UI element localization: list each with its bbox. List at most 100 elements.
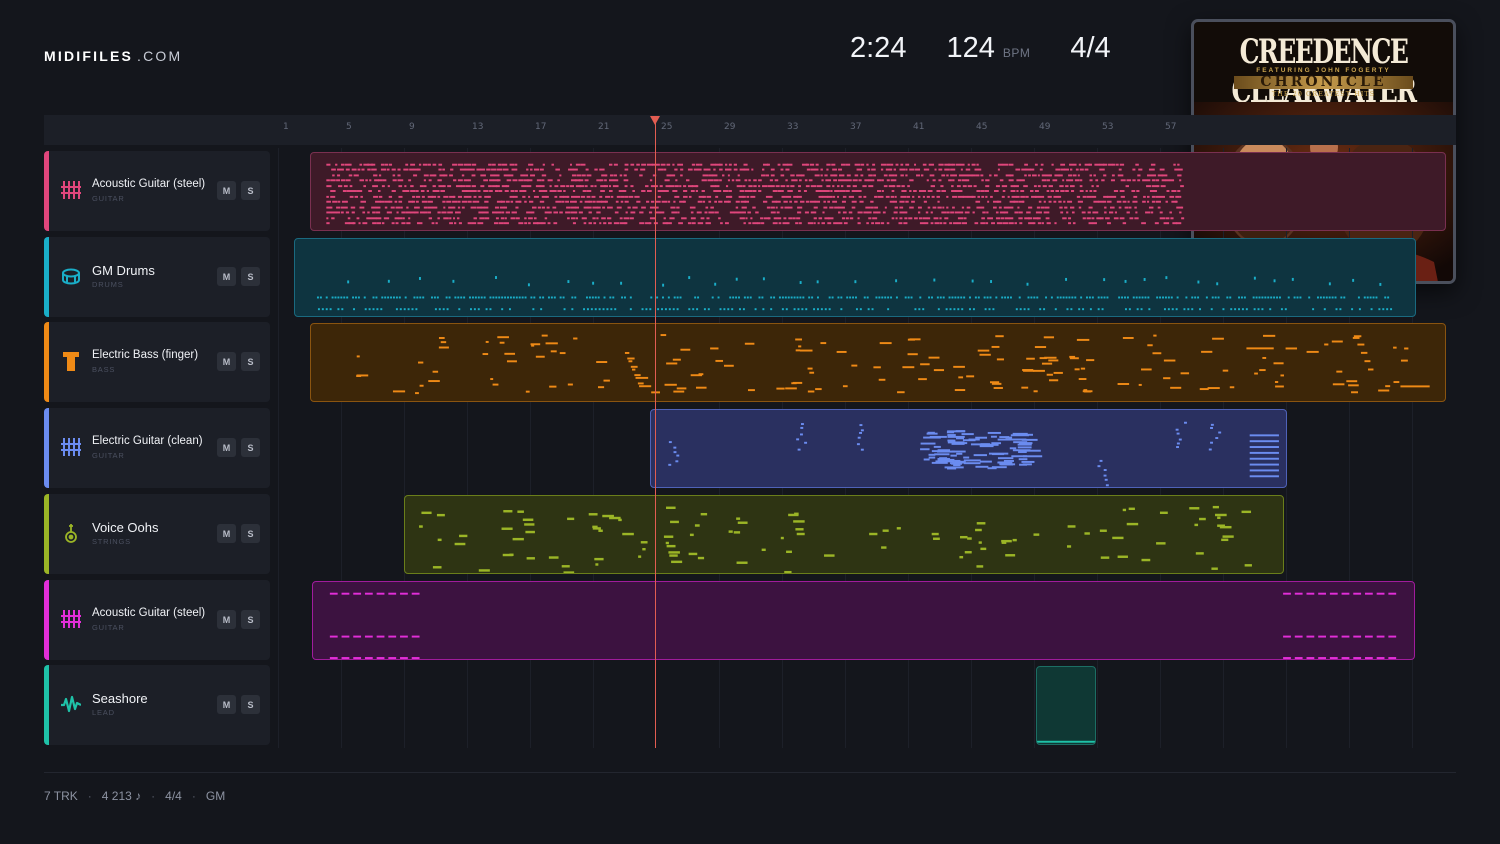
solo-button[interactable]: S [241,438,260,457]
midi-note [590,185,594,188]
midi-note [784,296,787,299]
midi-note [594,557,604,561]
midi-note [729,296,732,299]
midi-note [1075,168,1079,171]
mute-button[interactable]: M [217,181,236,200]
midi-note [400,206,403,209]
midi-note [376,635,385,638]
solo-button[interactable]: S [241,610,260,629]
mute-button[interactable]: M [217,695,236,714]
midi-note [904,296,907,299]
midi-note [349,185,353,188]
midi-note [610,195,614,198]
midi-note [1329,635,1338,638]
playhead[interactable] [655,118,656,748]
midi-note [488,185,492,188]
midi-note [781,190,784,192]
midi-note [710,163,716,166]
midi-note [504,217,507,220]
midi-note [588,296,591,299]
timeline-ruler[interactable] [44,115,1456,145]
midi-note [685,179,690,182]
midi-note [837,195,840,198]
solo-button[interactable]: S [241,267,260,286]
track-name: Voice Oohs [92,520,159,535]
midi-note [336,179,341,182]
midi-clip-acoustic-guitar[interactable] [310,152,1446,231]
midi-note [1066,179,1071,182]
midi-note [1195,552,1204,555]
midi-note [1283,657,1291,659]
midi-note [1296,296,1299,299]
midi-note [1032,222,1036,225]
track-header-voice-oohs[interactable]: Voice Oohs STRINGS M S [44,494,270,574]
mute-button[interactable]: M [217,267,236,286]
midi-note [747,211,751,214]
midi-note [1124,296,1126,299]
midi-note [479,217,485,220]
midi-note [1176,432,1180,435]
midi-note [655,206,659,209]
midi-note [480,296,483,299]
midi-note [689,533,694,537]
midi-note [586,174,592,177]
midi-note [329,635,338,638]
midi-note [330,195,336,198]
midi-note [1329,657,1338,659]
midi-note [1129,217,1134,220]
midi-clip-electric-bass[interactable] [310,323,1446,402]
midi-note [1151,200,1156,203]
midi-note [537,206,541,209]
mute-button[interactable]: M [217,524,236,543]
midi-clip-acoustic-guitar-2[interactable] [312,581,1415,660]
midi-note [331,168,336,171]
midi-note [1081,211,1086,214]
solo-button[interactable]: S [241,695,260,714]
midi-note [959,211,964,214]
midi-note [457,296,460,299]
mute-button[interactable]: M [217,610,236,629]
midi-note [566,206,571,209]
midi-note [871,168,876,171]
note-count: 4 213 ♪ [101,789,142,803]
solo-button[interactable]: S [241,524,260,543]
midi-note [938,168,943,171]
midi-note [1185,296,1188,299]
midi-note [567,383,573,386]
midi-note [855,296,857,299]
solo-button[interactable]: S [241,181,260,200]
midi-note [547,222,551,225]
track-header-acoustic-guitar-2[interactable]: Acoustic Guitar (steel) GUITAR M S [44,580,270,660]
midi-clip-seashore[interactable] [1036,666,1096,745]
midi-note [356,217,360,220]
midi-note [985,222,989,225]
mute-button[interactable]: M [217,438,236,457]
midi-note [1113,217,1119,220]
midi-note [581,174,586,177]
midi-note [803,190,807,192]
playhead-marker-icon[interactable] [650,116,660,125]
track-header-electric-bass[interactable]: Electric Bass (finger) BASS M S [44,322,270,402]
midi-note [769,195,773,198]
midi-note [1393,381,1400,384]
midi-note [1151,195,1156,198]
midi-note [416,222,423,225]
midi-note [785,387,797,390]
track-header-seashore[interactable]: Seashore LEAD M S [44,665,270,745]
midi-clip-gm-drums[interactable] [294,238,1416,317]
track-header-electric-guitar[interactable]: Electric Guitar (clean) GUITAR M S [44,408,270,488]
track-header-gm-drums[interactable]: GM Drums DRUMS M S [44,237,270,317]
track-header-acoustic-guitar[interactable]: Acoustic Guitar (steel) GUITAR M S [44,151,270,231]
midi-note [800,200,805,203]
midi-note [1041,362,1053,365]
midi-note [531,206,537,209]
midi-clip-electric-guitar[interactable] [650,409,1287,488]
mute-button[interactable]: M [217,352,236,371]
midi-note [427,206,434,209]
midi-note [820,342,827,345]
midi-note [724,222,729,225]
midi-note [354,296,357,299]
midi-clip-voice-oohs[interactable] [404,495,1284,574]
solo-button[interactable]: S [241,352,260,371]
midi-note [363,185,366,188]
